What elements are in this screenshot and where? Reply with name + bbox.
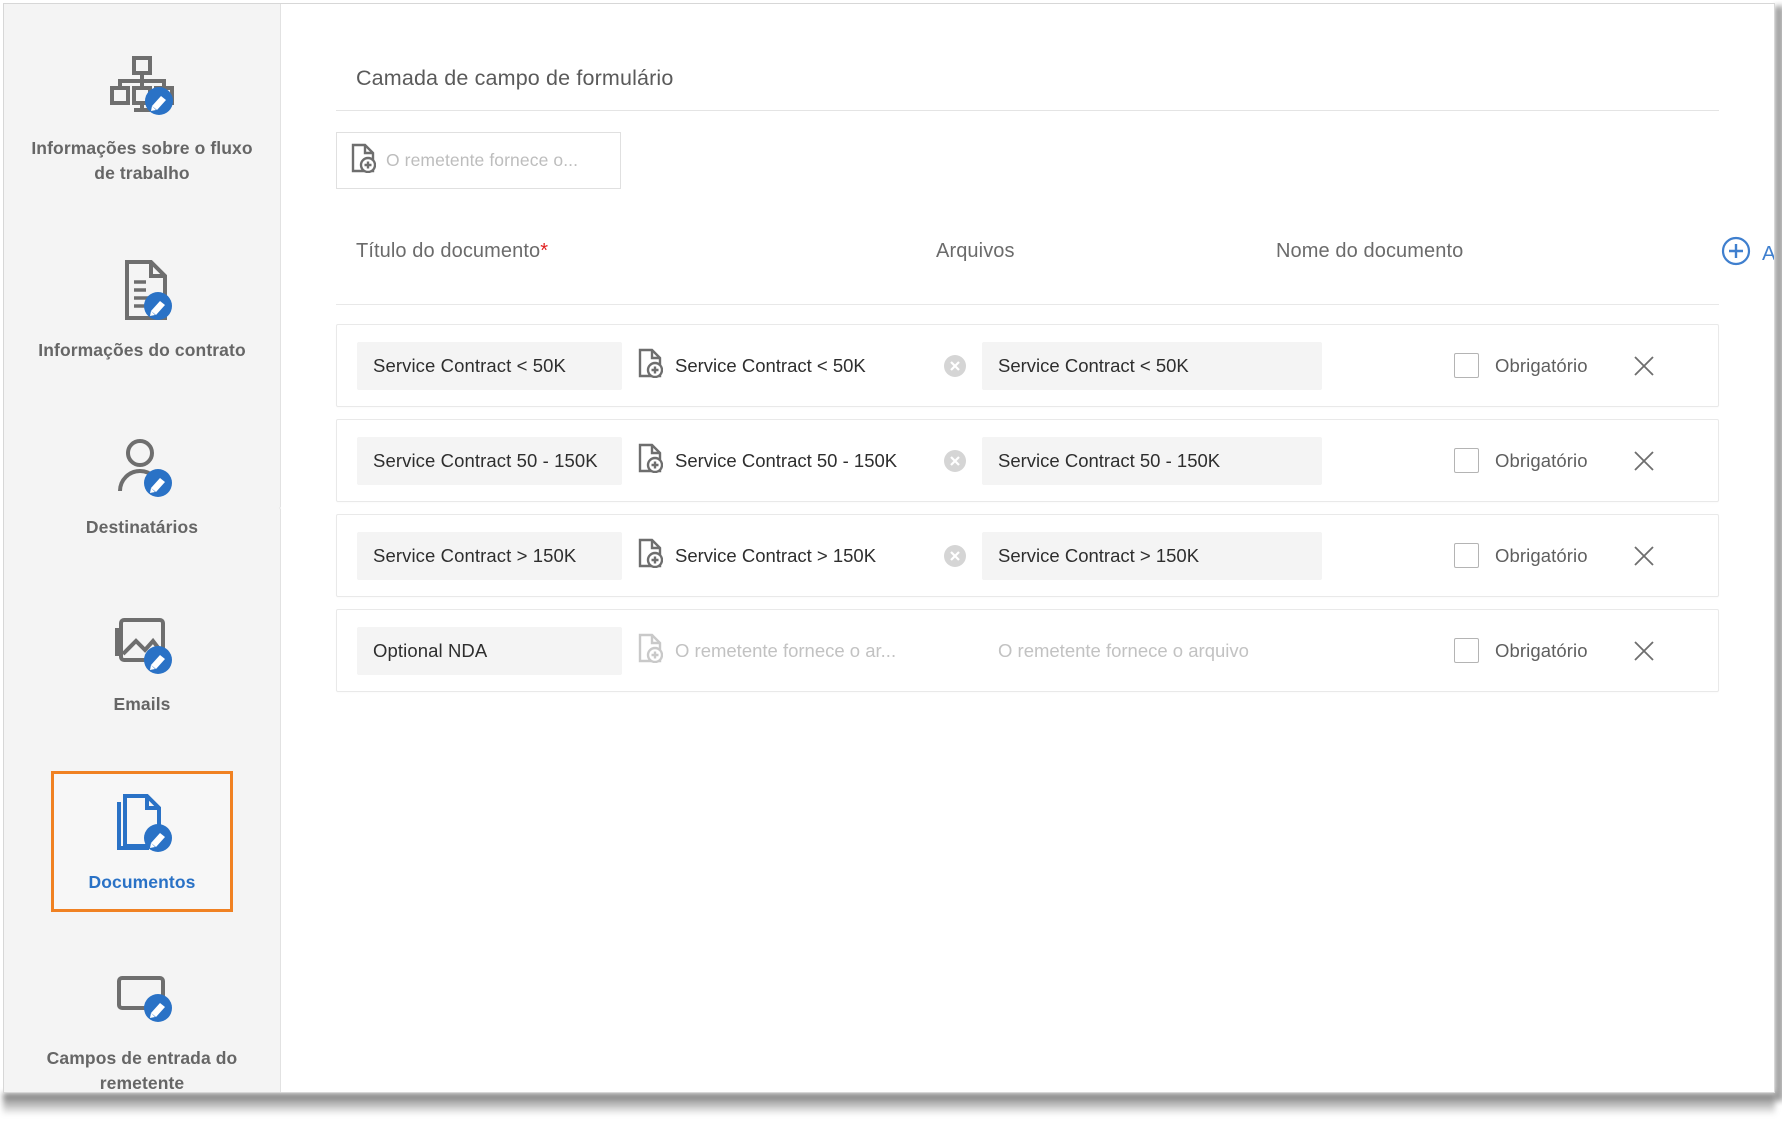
document-name-field[interactable]: O remetente fornece o arquivo [982,627,1322,675]
column-header-title-text: Título do documento [356,240,541,262]
sidebar-item-label: Campos de entrada do remetente [46,1048,238,1093]
main-content: Camada de campo de formulário O remetent… [281,4,1774,1092]
remove-row-icon[interactable] [1630,542,1658,570]
clear-file-icon[interactable] [942,448,968,474]
sidebar-item-documents[interactable]: Documentos [51,771,233,912]
app-root: Informações sobre o fluxo de trabalho In… [0,0,1782,1121]
column-header-files: Arquivos [936,240,1015,262]
required-checkbox[interactable] [1454,638,1479,663]
table-row: Service Contract < 50K Service Contract … [336,324,1719,407]
document-name-field[interactable]: Service Contract 50 - 150K [982,436,1322,485]
documents-table: Service Contract < 50K Service Contract … [336,324,1719,704]
table-row: Service Contract > 150K Service Contract… [336,514,1719,597]
document-title-field[interactable]: Optional NDA [357,626,622,675]
file-add-icon [637,348,664,383]
sidebar-item-recipients[interactable]: Destinatários [4,417,280,558]
add-document-label: Adicionar documento [1762,242,1775,265]
sidebar-item-contract-info[interactable]: Informações do contrato [4,240,280,381]
required-checkbox-label: Obrigatório [1495,354,1588,376]
plus-circle-icon [1721,236,1751,272]
sidebar-item-emails[interactable]: Emails [4,594,280,735]
clear-file-icon[interactable] [942,353,968,379]
document-file-cell[interactable]: Service Contract < 50K [637,348,957,383]
window-shadow-bottom [3,1093,1775,1115]
column-header-title: Título do documento* [356,240,548,263]
sidebar: Informações sobre o fluxo de trabalho In… [4,4,293,1093]
add-document-button[interactable]: Adicionar documento [1721,236,1775,272]
remove-row-icon[interactable] [1630,352,1658,380]
required-group: Obrigatório [1454,353,1588,378]
document-file-name: Service Contract < 50K [675,354,866,376]
required-checkbox-label: Obrigatório [1495,449,1588,471]
required-checkbox-label: Obrigatório [1495,639,1588,661]
file-add-icon [637,633,664,668]
table-row: Service Contract 50 - 150K Service Contr… [336,419,1719,502]
required-group: Obrigatório [1454,448,1588,473]
sidebar-item-label: Documentos [88,872,196,892]
document-name-field[interactable]: Service Contract < 50K [982,341,1322,390]
clear-file-icon[interactable] [942,543,968,569]
document-file-cell[interactable]: Service Contract > 150K [637,538,957,573]
user-edit-icon [103,431,181,503]
sidebar-item-label: Destinatários [85,517,199,537]
required-checkbox[interactable] [1454,448,1479,473]
file-add-icon [350,143,377,178]
documents-edit-icon [103,786,181,858]
file-add-icon [637,538,664,573]
required-group: Obrigatório [1454,543,1588,568]
column-header-name: Nome do documento [1276,240,1464,262]
document-file-name: Service Contract 50 - 150K [675,449,898,471]
remove-row-icon[interactable] [1630,447,1658,475]
document-file-cell[interactable]: O remetente fornece o ar... [637,633,957,668]
document-edit-icon [103,254,181,326]
input-field-edit-icon [103,962,181,1034]
remove-row-icon[interactable] [1630,637,1658,665]
workflow-edit-icon [103,52,181,124]
sidebar-item-label: Informações sobre o fluxo de trabalho [31,138,253,183]
sidebar-item-label: Emails [113,694,171,714]
sidebar-item-label: Informações do contrato [38,340,246,360]
window-shadow-right [1775,6,1782,1101]
document-title-field[interactable]: Service Contract < 50K [357,341,622,390]
required-checkbox[interactable] [1454,353,1479,378]
section-divider [336,110,1719,111]
required-asterisk: * [540,240,549,262]
section-title: Camada de campo de formulário [356,66,674,90]
document-title-field[interactable]: Service Contract 50 - 150K [357,436,622,485]
form-field-layer-placeholder: O remetente fornece o... [386,150,579,170]
required-group: Obrigatório [1454,638,1588,663]
table-header-divider [336,304,1719,305]
application-window: Informações sobre o fluxo de trabalho In… [3,3,1775,1093]
required-checkbox-label: Obrigatório [1495,544,1588,566]
document-file-placeholder: O remetente fornece o ar... [675,639,897,661]
sidebar-item-workflow-info[interactable]: Informações sobre o fluxo de trabalho [4,38,280,204]
required-checkbox[interactable] [1454,543,1479,568]
document-file-cell[interactable]: Service Contract 50 - 150K [637,443,957,478]
file-add-icon [637,443,664,478]
document-name-field[interactable]: Service Contract > 150K [982,531,1322,580]
image-mail-edit-icon [103,608,181,680]
form-field-layer-input[interactable]: O remetente fornece o... [336,132,621,189]
document-title-field[interactable]: Service Contract > 150K [357,531,622,580]
sidebar-item-sender-input-fields[interactable]: Campos de entrada do remetente [4,948,280,1093]
document-file-name: Service Contract > 150K [675,544,877,566]
table-row: Optional NDA O remetente fornece o ar... [336,609,1719,692]
